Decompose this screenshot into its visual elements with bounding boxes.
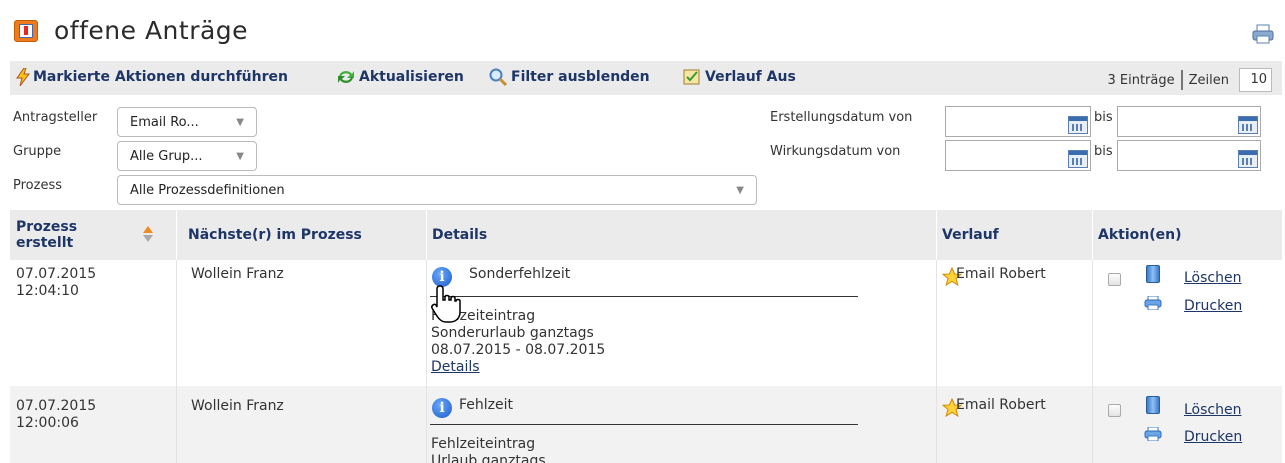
applicant-label: Antragsteller [13,110,98,125]
col-details: Details [432,227,488,243]
lightning-icon [16,68,30,86]
details-link[interactable]: Details [431,359,480,376]
next-person: Wollein Franz [191,398,284,414]
calendar-icon[interactable] [1238,150,1258,168]
refresh-button[interactable]: Aktualisieren [336,68,464,86]
calendar-icon[interactable] [1238,116,1258,134]
row-select-checkbox[interactable] [1108,273,1121,286]
dropdown-arrow-icon: ▼ [236,117,244,128]
created-time: 12:00:06 [16,415,79,431]
effective-to-input[interactable] [1117,140,1261,171]
detail-line: 08.07.2015 - 08.07.2015 [431,342,606,358]
col-actions: Aktion(en) [1098,227,1182,243]
history-icon [683,69,700,85]
toolbar: Markierte Aktionen durchführen Aktualisi… [10,61,1282,95]
divider [1092,210,1093,260]
bulk-actions-label: Markierte Aktionen durchführen [33,69,288,85]
delete-link[interactable]: Löschen [1184,402,1241,419]
calendar-icon[interactable] [1068,150,1088,168]
sort-icon[interactable] [142,224,154,244]
col-process-created[interactable]: Prozess erstellt [10,210,170,260]
created-date: 07.07.2015 [16,398,97,414]
detail-title: Fehlzeit [459,397,514,413]
print-link[interactable]: Drucken [1184,429,1242,446]
effective-from-input[interactable] [945,140,1091,171]
history-label: Verlauf Aus [705,69,796,85]
delete-link[interactable]: Löschen [1184,270,1241,287]
process-label: Prozess [13,178,62,193]
printer-icon[interactable] [1144,427,1162,441]
divider [176,386,177,463]
table-header: Prozess erstellt Nächste(r) im Prozess De… [10,210,1282,260]
group-select[interactable]: Alle Grup... ▼ [117,141,257,171]
created-date: 07.07.2015 [16,266,97,282]
table-row: 07.07.2015 12:00:06 Wollein Franz i Fehl… [10,386,1282,463]
col-process-created-line1: Prozess [16,219,78,235]
trash-icon[interactable] [1146,396,1160,414]
hide-filter-label: Filter ausblenden [511,69,650,85]
divider [426,386,427,463]
process-select[interactable]: Alle Prozessdefinitionen ▼ [117,175,757,205]
row-select-checkbox[interactable] [1108,404,1121,417]
detail-title: Sonderfehlzeit [469,266,571,282]
rows-label: Zeilen [1188,72,1229,88]
divider [1092,260,1093,386]
divider [176,210,177,260]
refresh-label: Aktualisieren [359,69,464,85]
title-bar: offene Anträge [14,14,1274,50]
table-row: 07.07.2015 12:04:10 Wollein Franz i Sond… [10,260,1282,386]
next-person: Wollein Franz [191,266,284,282]
page-title: offene Anträge [54,16,249,45]
created-to-input[interactable] [1117,106,1261,137]
dropdown-arrow-icon: ▼ [236,151,244,162]
detail-line: Urlaub ganztags [431,453,546,463]
effective-from-label: Wirkungsdatum von [770,144,901,159]
applicant-value: Email Ro... [130,115,199,130]
hide-filter-button[interactable]: Filter ausblenden [488,68,650,86]
divider [936,210,937,260]
divider [430,296,858,297]
bulk-actions-button[interactable]: Markierte Aktionen durchführen [16,68,288,86]
divider [426,260,427,386]
rows-per-page-input[interactable]: 10 [1239,68,1272,92]
effective-to-label: bis [1094,144,1113,159]
created-from-label: Erstellungsdatum von [770,110,913,125]
created-time: 12:04:10 [16,283,79,299]
info-icon[interactable]: i [432,398,452,418]
col-history: Verlauf [942,227,999,243]
refresh-icon [338,71,354,83]
requests-icon [14,20,38,42]
entries-count: 3 Einträge [1107,72,1175,88]
print-page-icon[interactable] [1252,24,1274,44]
group-value: Alle Grup... [130,149,203,164]
print-link[interactable]: Drucken [1184,298,1242,315]
divider [426,210,427,260]
divider [1180,70,1183,90]
detail-line: Sonderurlaub ganztags [431,325,594,341]
detail-line: Fehlzeiteintrag [431,436,536,452]
divider [430,424,858,425]
dropdown-arrow-icon: ▼ [736,185,744,196]
divider [176,260,177,386]
printer-icon[interactable] [1144,296,1162,310]
divider [936,260,937,386]
history-user: Email Robert [956,397,1046,413]
divider [936,386,937,463]
magnifier-icon [489,68,508,86]
hand-cursor-icon [431,285,461,323]
created-to-label: bis [1094,110,1113,125]
process-value: Alle Prozessdefinitionen [130,183,285,198]
divider [1092,386,1093,463]
col-next-in-process[interactable]: Nächste(r) im Prozess [182,210,422,260]
group-label: Gruppe [13,144,62,159]
applicant-select[interactable]: Email Ro... ▼ [117,107,257,137]
trash-icon[interactable] [1146,265,1160,283]
calendar-icon[interactable] [1068,116,1088,134]
created-from-input[interactable] [945,106,1091,137]
history-user: Email Robert [956,266,1046,282]
paging-info: 3 Einträge Zeilen 10 [1107,68,1272,92]
history-toggle-button[interactable]: Verlauf Aus [682,68,796,86]
col-process-created-line2: erstellt [16,235,74,251]
